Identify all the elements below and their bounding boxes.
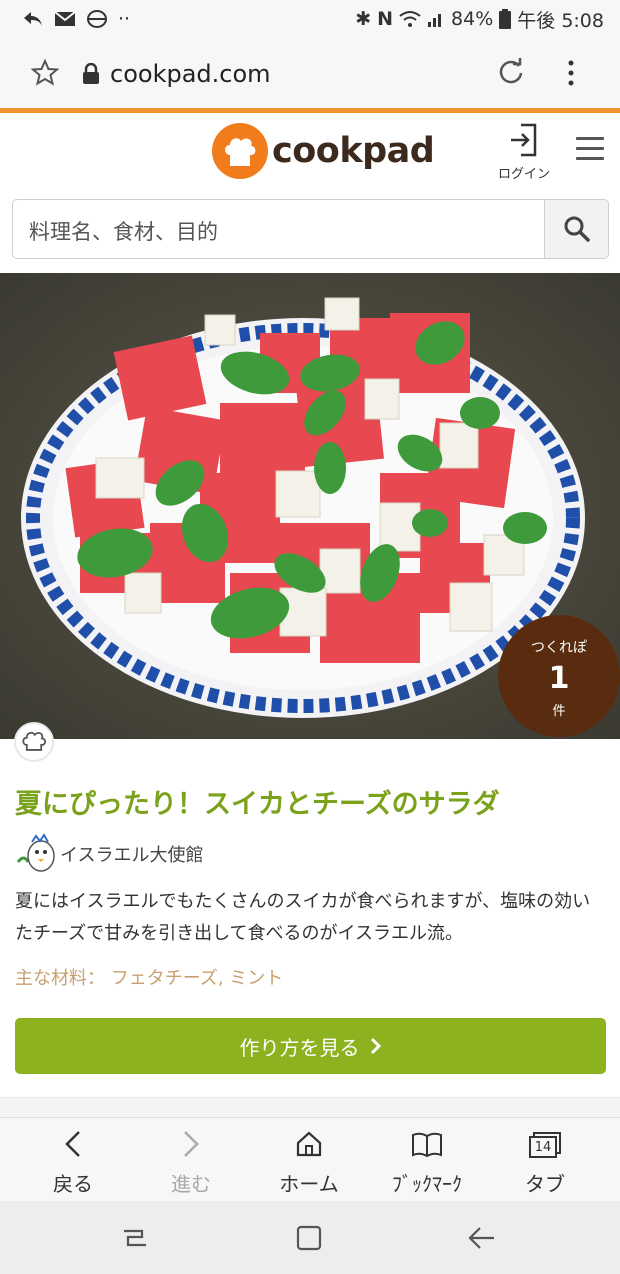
ingredients-list: フェタチーズ, ミント [110,968,284,989]
cookpad-logo[interactable]: cookpad [212,123,435,179]
tabs-icon: 14 [529,1132,561,1158]
chef-hat-icon [212,123,268,179]
main-ingredients: 主な材料： フェタチーズ, ミント [15,964,283,990]
forward-button[interactable]: 進む [136,1118,246,1202]
star-icon[interactable] [31,59,59,87]
browser-address-bar: cookpad.com [0,38,620,108]
clock: 午後 5:08 [517,9,604,32]
ingredients-label: 主な材料： [15,968,105,989]
author-name: イスラエル大使館 [60,845,204,866]
address-field[interactable]: cookpad.com [82,60,271,88]
tabs-label: タブ [525,1172,565,1196]
cookpad-chef-avatar [14,722,54,762]
tsukurepo-count: 1 [548,661,570,696]
back-arrow-icon[interactable] [468,1225,496,1251]
signal-icon [428,14,442,27]
login-button[interactable]: ログイン [496,123,552,182]
sync-icon [87,10,107,28]
chef-hat-icon [22,731,47,751]
tab-count: 14 [529,1136,557,1158]
home-button[interactable]: ホーム [254,1118,364,1202]
site-header: cookpad ログイン [0,113,620,195]
tsukurepo-label: つくれぽ [531,640,587,656]
home-icon [296,1131,322,1157]
author-avatar [16,833,55,872]
tsukurepo-unit: 件 [552,704,566,719]
bookmarks-button[interactable]: ﾌﾞｯｸﾏｰｸ [372,1118,482,1202]
bluetooth-icon: ✱ [355,8,372,30]
lock-icon [83,63,99,84]
search-button[interactable] [544,200,608,258]
url-text: cookpad.com [110,60,271,88]
chevron-left-icon [65,1131,80,1157]
tabs-button[interactable]: 14 タブ [490,1118,600,1202]
overflow-menu-icon[interactable] [566,60,576,86]
login-label: ログイン [497,167,550,182]
book-icon [412,1132,442,1158]
home-square-icon[interactable] [295,1224,323,1252]
more-notifications: ·· [118,8,131,30]
hamburger-menu-icon[interactable] [576,137,604,167]
view-recipe-button[interactable]: 作り方を見る [15,1018,606,1074]
recipe-author[interactable]: イスラエル大使館 [14,832,203,876]
recipe-search: 料理名、食材、目的 [12,199,609,259]
recent-apps-icon[interactable] [122,1225,148,1251]
recipe-description: 夏にはイスラエルでもたくさんのスイカが食べられますが、塩味の効いたチーズで甘みを… [15,891,591,944]
logo-text: cookpad [272,131,435,171]
chevron-right-icon [184,1131,199,1157]
mail-icon [54,11,76,26]
chevron-right-icon [370,1037,381,1055]
wifi-icon [399,11,421,27]
system-navigation-bar [0,1201,620,1274]
reply-icon [24,12,42,26]
battery-percent: 84% [451,8,494,30]
back-button[interactable]: 戻る [18,1118,128,1202]
reload-icon[interactable] [497,58,525,86]
section-divider [0,1097,620,1117]
search-input[interactable]: 料理名、食材、目的 [13,200,544,258]
back-label: 戻る [53,1172,93,1196]
search-icon [564,216,590,242]
view-recipe-label: 作り方を見る [239,1035,360,1060]
status-bar: ·· ✱ N 84% 午後 5:08 [0,0,620,38]
bookmarks-label: ﾌﾞｯｸﾏｰｸ [392,1172,462,1196]
forward-label: 進む [171,1172,211,1196]
tsukurepo-badge[interactable]: つくれぽ 1 件 [498,615,620,737]
nfc-icon: N [377,8,394,30]
browser-bottom-toolbar: 戻る 進む ホーム ﾌﾞｯｸﾏｰｸ 14 タブ [0,1117,620,1201]
battery-icon [499,9,512,29]
login-icon [511,123,537,157]
recipe-title[interactable]: 夏にぴったり！スイカとチーズのサラダ [15,782,500,821]
home-label: ホーム [279,1172,339,1196]
